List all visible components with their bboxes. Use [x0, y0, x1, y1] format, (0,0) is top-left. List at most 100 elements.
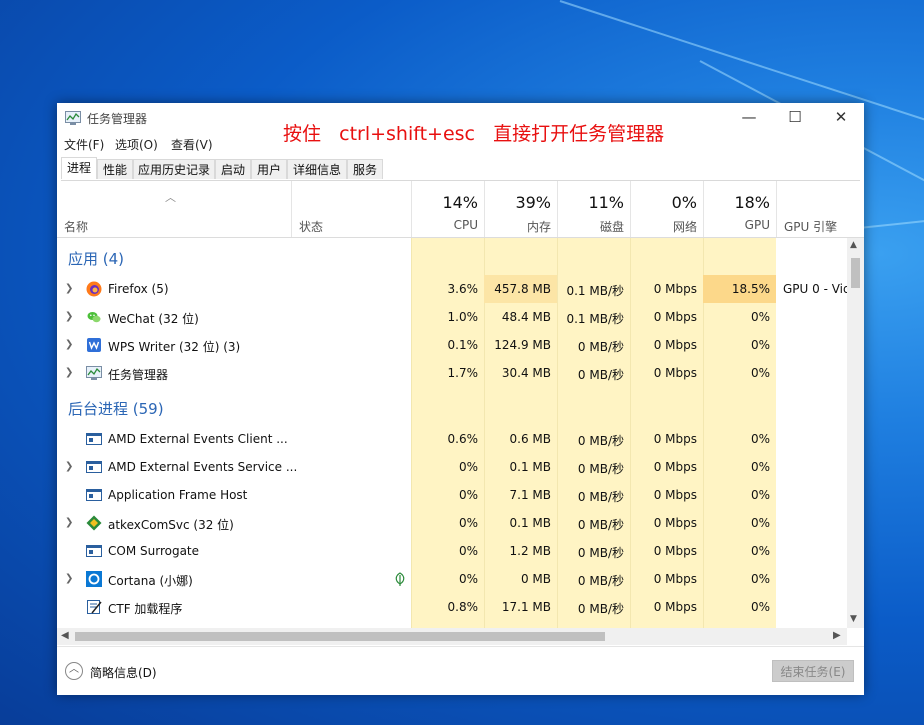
tab-processes[interactable]: 进程 — [61, 157, 97, 179]
wechat-icon — [87, 312, 101, 323]
service-icon — [86, 433, 102, 445]
process-row-atkexcomsvc[interactable]: ❯ atkexComSvc (32 位) 0% 0.1 MB 0 MB/秒 0 … — [57, 509, 847, 537]
disk-value: 0 MB/秒 — [577, 490, 624, 504]
cpu-value: 1.7% — [447, 366, 479, 380]
scroll-down-icon[interactable]: ▼ — [850, 614, 857, 624]
cortana-icon — [86, 571, 102, 587]
expand-chevron-icon[interactable]: ❯ — [65, 573, 73, 584]
process-name: WPS Writer (32 位) (3) — [108, 340, 241, 354]
process-row-app-frame-host[interactable]: Application Frame Host 0% 7.1 MB 0 MB/秒 … — [57, 481, 847, 509]
cpu-value: 0% — [458, 572, 478, 586]
gpu-value: 0% — [750, 488, 770, 502]
process-name: 任务管理器 — [108, 368, 169, 382]
network-value: 0 Mbps — [653, 282, 697, 296]
menu-options[interactable]: 选项(O) — [115, 136, 158, 153]
tab-performance[interactable]: 性能 — [97, 159, 133, 179]
disk-value: 0 MB/秒 — [577, 602, 624, 616]
gpu-label: GPU — [744, 218, 770, 232]
horizontal-scroll-thumb[interactable] — [75, 632, 605, 641]
disk-value: 0 MB/秒 — [577, 574, 624, 588]
menu-file[interactable]: 文件(F) — [64, 136, 104, 153]
disk-value: 0 MB/秒 — [577, 368, 624, 382]
column-memory[interactable]: 39% 内存 — [484, 181, 557, 237]
task-manager-icon — [86, 366, 102, 380]
memory-value: 17.1 MB — [501, 600, 551, 614]
end-task-button[interactable]: 结束任务(E) — [772, 660, 854, 682]
cpu-label: CPU — [453, 218, 478, 232]
process-row-wechat[interactable]: ❯ WeChat (32 位) 1.0% 48.4 MB 0.1 MB/秒 0 … — [57, 303, 847, 331]
scroll-right-icon[interactable]: ▶ — [833, 630, 841, 641]
group-header-background[interactable]: 后台进程 (59) — [57, 392, 847, 420]
process-name: WeChat (32 位) — [108, 312, 199, 326]
scroll-up-icon[interactable]: ▲ — [850, 240, 857, 250]
network-value: 0 Mbps — [653, 432, 697, 446]
process-row-wps-writer[interactable]: ❯ WPS Writer (32 位) (3) 0.1% 124.9 MB 0 … — [57, 331, 847, 359]
process-row-task-manager[interactable]: ❯ 任务管理器 1.7% 30.4 MB 0 MB/秒 0 Mbps 0% — [57, 359, 847, 387]
process-row-cortana[interactable]: ❯ Cortana (小娜) 0% 0 MB 0 MB/秒 0 Mbps 0% — [57, 565, 847, 593]
column-network[interactable]: 0% 网络 — [630, 181, 703, 237]
network-value: 0 Mbps — [653, 488, 697, 502]
process-name: AMD External Events Service ... — [108, 460, 298, 474]
column-disk[interactable]: 11% 磁盘 — [557, 181, 630, 237]
expand-chevron-icon[interactable]: ❯ — [65, 461, 73, 472]
maximize-button[interactable]: ☐ — [772, 103, 818, 133]
network-value: 0 Mbps — [653, 600, 697, 614]
process-row-amd-client[interactable]: AMD External Events Client ... 0.6% 0.6 … — [57, 425, 847, 453]
column-cpu[interactable]: 14% CPU — [411, 181, 484, 237]
expand-chevron-icon[interactable]: ❯ — [65, 339, 73, 350]
group-header-apps[interactable]: 应用 (4) — [57, 242, 847, 270]
expand-chevron-icon[interactable]: ❯ — [65, 283, 73, 294]
process-row-ctf-loader[interactable]: CTF 加载程序 0.8% 17.1 MB 0 MB/秒 0 Mbps 0% — [57, 593, 847, 621]
process-name: Application Frame Host — [108, 488, 248, 502]
menu-view[interactable]: 查看(V) — [171, 136, 213, 153]
close-button[interactable]: ✕ — [818, 103, 864, 133]
expand-chevron-icon[interactable]: ❯ — [65, 311, 73, 322]
expand-chevron-icon[interactable]: ❯ — [65, 517, 73, 528]
firefox-icon — [86, 281, 102, 297]
cpu-value: 3.6% — [447, 282, 479, 296]
title-bar[interactable]: 任务管理器 按住 ctrl+shift+esc 直接打开任务管理器 — ☐ ✕ — [57, 103, 864, 145]
tab-details[interactable]: 详细信息 — [287, 159, 347, 179]
tab-services[interactable]: 服务 — [347, 159, 383, 179]
disk-value: 0 MB/秒 — [577, 518, 624, 532]
gpu-value: 18.5% — [731, 282, 770, 296]
disk-value: 0 MB/秒 — [577, 546, 624, 560]
network-total: 0% — [671, 193, 697, 212]
process-row-amd-service[interactable]: ❯ AMD External Events Service ... 0% 0.1… — [57, 453, 847, 481]
column-name[interactable]: 名称 — [64, 218, 88, 235]
expand-chevron-icon[interactable]: ❯ — [65, 367, 73, 378]
column-gpu-engine-cell[interactable]: GPU 引擎 — [776, 181, 864, 237]
memory-label: 内存 — [526, 220, 551, 234]
memory-value: 0 MB — [520, 572, 551, 586]
gpu-value: 0% — [750, 310, 770, 324]
gpu-total: 18% — [734, 193, 770, 212]
service-icon — [86, 545, 102, 557]
memory-value: 0.1 MB — [509, 460, 551, 474]
scroll-left-icon[interactable]: ◀ — [61, 630, 69, 641]
network-value: 0 Mbps — [653, 516, 697, 530]
cpu-value: 0.6% — [447, 432, 479, 446]
process-list: 应用 (4) ❯ Firefox (5) 3.6% 457.8 MB 0.1 M… — [57, 238, 847, 628]
column-gpu[interactable]: 18% GPU — [703, 181, 776, 237]
disk-total: 11% — [588, 193, 624, 212]
tab-startup[interactable]: 启动 — [215, 159, 251, 179]
tab-app-history[interactable]: 应用历史记录 — [133, 159, 215, 179]
network-value: 0 Mbps — [653, 310, 697, 324]
horizontal-scrollbar[interactable]: ◀ ▶ — [57, 628, 847, 645]
memory-value: 7.1 MB — [509, 488, 551, 502]
network-value: 0 Mbps — [653, 366, 697, 380]
tab-users[interactable]: 用户 — [251, 159, 287, 179]
network-value: 0 Mbps — [653, 544, 697, 558]
group-title-background: 后台进程 (59) — [68, 400, 164, 418]
annotation-text: 按住 ctrl+shift+esc 直接打开任务管理器 — [283, 123, 665, 145]
fewer-details-label: 简略信息(D) — [90, 666, 157, 680]
vertical-scrollbar[interactable]: ▲ ▼ — [847, 238, 864, 628]
window-title: 任务管理器 — [87, 112, 148, 126]
cpu-value: 0.1% — [447, 338, 479, 352]
minimize-button[interactable]: — — [726, 103, 772, 133]
gpu-value: 0% — [750, 366, 770, 380]
process-row-firefox[interactable]: ❯ Firefox (5) 3.6% 457.8 MB 0.1 MB/秒 0 M… — [57, 275, 847, 303]
process-row-com-surrogate[interactable]: COM Surrogate 0% 1.2 MB 0 MB/秒 0 Mbps 0% — [57, 537, 847, 565]
column-status-cell[interactable]: 状态 — [291, 181, 411, 237]
vertical-scroll-thumb[interactable] — [851, 258, 860, 288]
